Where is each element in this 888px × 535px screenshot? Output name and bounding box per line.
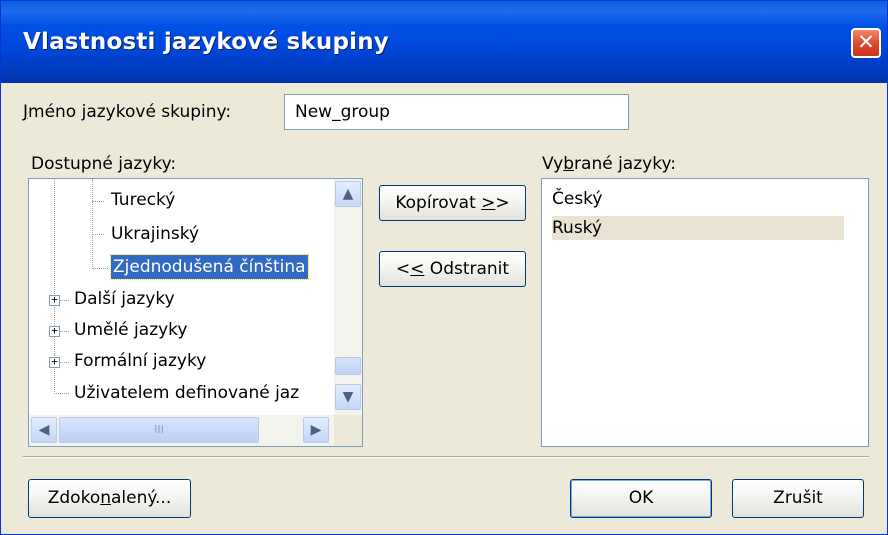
vertical-scroll-thumb[interactable] (335, 357, 361, 375)
remove-button-label: Odstranit (424, 259, 510, 279)
advanced-button-label: alený... (111, 488, 172, 508)
group-name-input[interactable]: New_group (284, 94, 629, 130)
advanced-button[interactable]: Zdokonalený... (28, 479, 191, 518)
selected-language-item[interactable]: Český (552, 187, 842, 211)
tree-item[interactable]: Umělé jazyky (74, 318, 187, 342)
selected-label-part: rané jazyky: (574, 154, 676, 174)
remove-button[interactable]: << Odstranit (379, 251, 526, 287)
window-title: Vlastnosti jazykové skupiny (23, 29, 389, 55)
tree-item-selected[interactable]: Zjednodušená čínština (110, 254, 309, 280)
vertical-scrollbar-track[interactable] (334, 179, 362, 415)
available-label-part: azyky: (122, 154, 177, 174)
available-languages-tree[interactable]: Turecký Ukrajinský Zjednodušená čínština… (28, 178, 363, 447)
copy-button-access-key: > (481, 193, 496, 213)
close-button[interactable]: ✕ (851, 28, 881, 58)
available-label-part: Dostupné (31, 154, 119, 174)
tree-item[interactable]: Další jazyky (74, 287, 175, 311)
tree-line (92, 234, 104, 235)
cancel-button[interactable]: Zrušit (732, 479, 864, 518)
tree-item[interactable]: Formální jazyky (74, 349, 206, 373)
expand-plus-icon[interactable]: + (49, 325, 60, 337)
remove-button-label: < (395, 259, 411, 279)
advanced-button-label: Zdoko (47, 488, 101, 508)
remove-button-access-key: < (410, 259, 425, 279)
copy-button[interactable]: Kopírovat >> (379, 185, 526, 221)
expand-plus-icon[interactable]: + (49, 356, 60, 368)
tree-line (92, 268, 108, 269)
ok-button[interactable]: OK (570, 479, 712, 518)
tree-line (54, 393, 69, 394)
selected-label-part: Vy (542, 154, 564, 174)
available-languages-label: Dostupné jazyky: (31, 154, 176, 174)
selected-languages-list[interactable]: Český Ruský (541, 178, 869, 447)
copy-button-label: > (495, 193, 510, 213)
tree-line (92, 201, 104, 202)
copy-button-label: Kopírovat (395, 193, 482, 213)
selected-languages-label: Vybrané jazyky: (542, 154, 676, 174)
group-name-label-text: méno jazykové skupiny: (28, 102, 232, 122)
scroll-down-icon[interactable]: ▼ (335, 384, 361, 410)
separator (23, 456, 869, 458)
scroll-right-icon[interactable]: ▶ (303, 417, 329, 443)
advanced-button-access-key: n (100, 488, 112, 508)
dialog-window: Vlastnosti jazykové skupiny ✕ Jméno jazy… (0, 0, 888, 535)
title-bar[interactable]: Vlastnosti jazykové skupiny ✕ (1, 1, 887, 83)
selected-label-access-key: b (563, 154, 575, 174)
tree-item[interactable]: Turecký (111, 188, 175, 212)
horizontal-scroll-thumb[interactable]: III (59, 417, 259, 443)
tree-line (59, 362, 69, 363)
selected-language-item-highlighted[interactable]: Ruský (552, 216, 844, 240)
scroll-up-icon[interactable]: ▲ (335, 181, 361, 207)
scroll-left-icon[interactable]: ◀ (31, 417, 57, 443)
expand-plus-icon[interactable]: + (49, 294, 60, 306)
scrollbar-corner (334, 415, 362, 446)
group-name-label: Jméno jazykové skupiny: (23, 102, 231, 122)
tree-item[interactable]: Uživatelem definované jaz (74, 381, 299, 405)
tree-line (92, 179, 93, 269)
tree-line (59, 300, 69, 301)
tree-line (59, 331, 69, 332)
tree-item[interactable]: Ukrajinský (111, 222, 199, 246)
